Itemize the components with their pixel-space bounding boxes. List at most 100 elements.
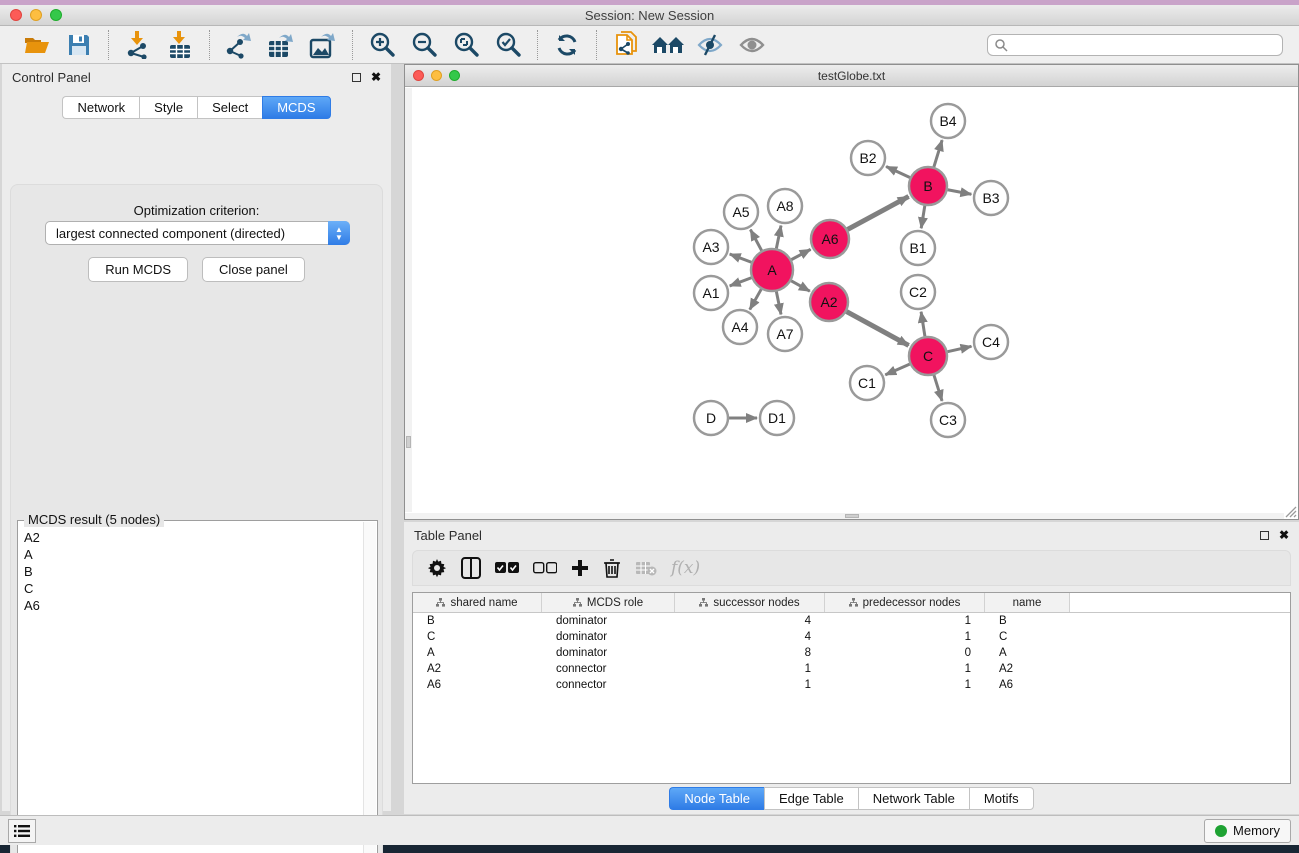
node-A1[interactable]: A1 <box>694 276 728 310</box>
table-row[interactable]: Adominator80A <box>413 645 1290 661</box>
select-all-button[interactable] <box>495 562 519 574</box>
zoom-out-button[interactable] <box>406 29 442 61</box>
delete-column-button[interactable] <box>603 558 621 578</box>
node-A3[interactable]: A3 <box>694 230 728 264</box>
refresh-button[interactable] <box>549 29 585 61</box>
cell-predecessor-nodes[interactable]: 1 <box>825 615 985 627</box>
edge-A-A7[interactable] <box>776 292 781 315</box>
export-network-button[interactable] <box>221 29 257 61</box>
add-column-button[interactable] <box>571 559 589 577</box>
control-tab-style[interactable]: Style <box>139 96 197 119</box>
table-tab-network-table[interactable]: Network Table <box>858 787 969 810</box>
cell-shared-name[interactable]: B <box>413 615 542 627</box>
cell-MCDS-role[interactable]: dominator <box>542 631 675 643</box>
edge-C-C4[interactable] <box>948 346 972 351</box>
table-row[interactable]: Cdominator41C <box>413 629 1290 645</box>
edge-A-A8[interactable] <box>776 226 781 249</box>
edge-C-C1[interactable] <box>885 364 909 375</box>
edge-A-A2[interactable] <box>791 281 810 291</box>
cell-successor-nodes[interactable]: 8 <box>675 647 825 659</box>
edge-B-B2[interactable] <box>886 166 910 177</box>
cell-MCDS-role[interactable]: connector <box>542 679 675 691</box>
home-button[interactable] <box>650 29 686 61</box>
column-header-MCDS-role[interactable]: MCDS role <box>542 593 675 612</box>
mcds-result-item[interactable]: A2 <box>24 529 357 546</box>
node-C2[interactable]: C2 <box>901 275 935 309</box>
save-session-button[interactable] <box>61 29 97 61</box>
node-B1[interactable]: B1 <box>901 231 935 265</box>
hide-details-button[interactable] <box>692 29 728 61</box>
table-row[interactable]: Bdominator41B <box>413 613 1290 629</box>
export-image-button[interactable] <box>305 29 341 61</box>
node-A5[interactable]: A5 <box>724 195 758 229</box>
table-settings-button[interactable] <box>427 558 447 578</box>
edge-A-A3[interactable] <box>730 254 752 262</box>
mcds-result-item[interactable]: A6 <box>24 597 357 614</box>
node-A6[interactable]: A6 <box>811 220 849 258</box>
network-graph[interactable]: AA1A2A3A4A5A6A7A8BB1B2B3B4CC1C2C3C4DD1 <box>413 88 1297 512</box>
edge-B-B1[interactable] <box>921 206 925 229</box>
export-table-button[interactable] <box>263 29 299 61</box>
close-panel-button[interactable]: Close panel <box>202 257 305 282</box>
table-row[interactable]: A6connector11A6 <box>413 677 1290 693</box>
cell-predecessor-nodes[interactable]: 1 <box>825 631 985 643</box>
split-view-button[interactable] <box>461 557 481 579</box>
cell-successor-nodes[interactable]: 4 <box>675 615 825 627</box>
column-header-successor-nodes[interactable]: successor nodes <box>675 593 825 612</box>
open-session-button[interactable] <box>19 29 55 61</box>
cell-successor-nodes[interactable]: 1 <box>675 679 825 691</box>
run-mcds-button[interactable]: Run MCDS <box>88 257 188 282</box>
edge-B-B4[interactable] <box>934 140 942 167</box>
cell-predecessor-nodes[interactable]: 0 <box>825 647 985 659</box>
cell-successor-nodes[interactable]: 1 <box>675 663 825 675</box>
edge-A-A1[interactable] <box>730 278 752 286</box>
node-C[interactable]: C <box>909 337 947 375</box>
result-scrollbar[interactable] <box>363 522 376 853</box>
control-tab-network[interactable]: Network <box>62 96 139 119</box>
zoom-in-button[interactable] <box>364 29 400 61</box>
node-B3[interactable]: B3 <box>974 181 1008 215</box>
edge-C-C3[interactable] <box>934 375 942 401</box>
search-input[interactable] <box>987 34 1283 56</box>
cell-predecessor-nodes[interactable]: 1 <box>825 663 985 675</box>
edge-C-C2[interactable] <box>921 312 925 336</box>
node-C3[interactable]: C3 <box>931 403 965 437</box>
node-A4[interactable]: A4 <box>723 310 757 344</box>
node-D[interactable]: D <box>694 401 728 435</box>
cell-successor-nodes[interactable]: 4 <box>675 631 825 643</box>
mcds-result-item[interactable]: C <box>24 580 357 597</box>
edge-A-A6[interactable] <box>791 249 810 259</box>
node-D1[interactable]: D1 <box>760 401 794 435</box>
mcds-result-list[interactable]: A2ABCA6 <box>20 523 361 853</box>
resize-grip-icon[interactable] <box>1283 504 1297 518</box>
cell-shared-name[interactable]: C <box>413 631 542 643</box>
cell-shared-name[interactable]: A6 <box>413 679 542 691</box>
node-A7[interactable]: A7 <box>768 317 802 351</box>
table-tab-edge-table[interactable]: Edge Table <box>764 787 858 810</box>
network-horizontal-scrollbar[interactable] <box>405 513 1284 519</box>
criterion-dropdown[interactable]: largest connected component (directed) ▲… <box>45 221 350 245</box>
table-tab-motifs[interactable]: Motifs <box>969 787 1034 810</box>
cell-MCDS-role[interactable]: dominator <box>542 647 675 659</box>
edge-A-A4[interactable] <box>750 289 761 309</box>
node-A8[interactable]: A8 <box>768 189 802 223</box>
import-table-button[interactable] <box>162 29 198 61</box>
node-A2[interactable]: A2 <box>810 283 848 321</box>
table-row[interactable]: A2connector11A2 <box>413 661 1290 677</box>
node-C1[interactable]: C1 <box>850 366 884 400</box>
cell-name[interactable]: A <box>985 647 1070 659</box>
node-A[interactable]: A <box>751 249 793 291</box>
show-graphics-button[interactable] <box>734 29 770 61</box>
network-canvas[interactable]: AA1A2A3A4A5A6A7A8BB1B2B3B4CC1C2C3C4DD1 <box>413 88 1297 512</box>
close-table-panel-icon[interactable]: ✖ <box>1279 529 1289 541</box>
memory-button[interactable]: Memory <box>1204 819 1291 843</box>
node-B[interactable]: B <box>909 167 947 205</box>
node-B2[interactable]: B2 <box>851 141 885 175</box>
network-vertical-scrollbar[interactable] <box>405 88 412 512</box>
node-table[interactable]: shared nameMCDS rolesuccessor nodesprede… <box>412 592 1291 784</box>
cell-shared-name[interactable]: A <box>413 647 542 659</box>
float-table-panel-icon[interactable] <box>1260 531 1269 540</box>
zoom-fit-button[interactable] <box>448 29 484 61</box>
cell-predecessor-nodes[interactable]: 1 <box>825 679 985 691</box>
mcds-result-item[interactable]: B <box>24 563 357 580</box>
